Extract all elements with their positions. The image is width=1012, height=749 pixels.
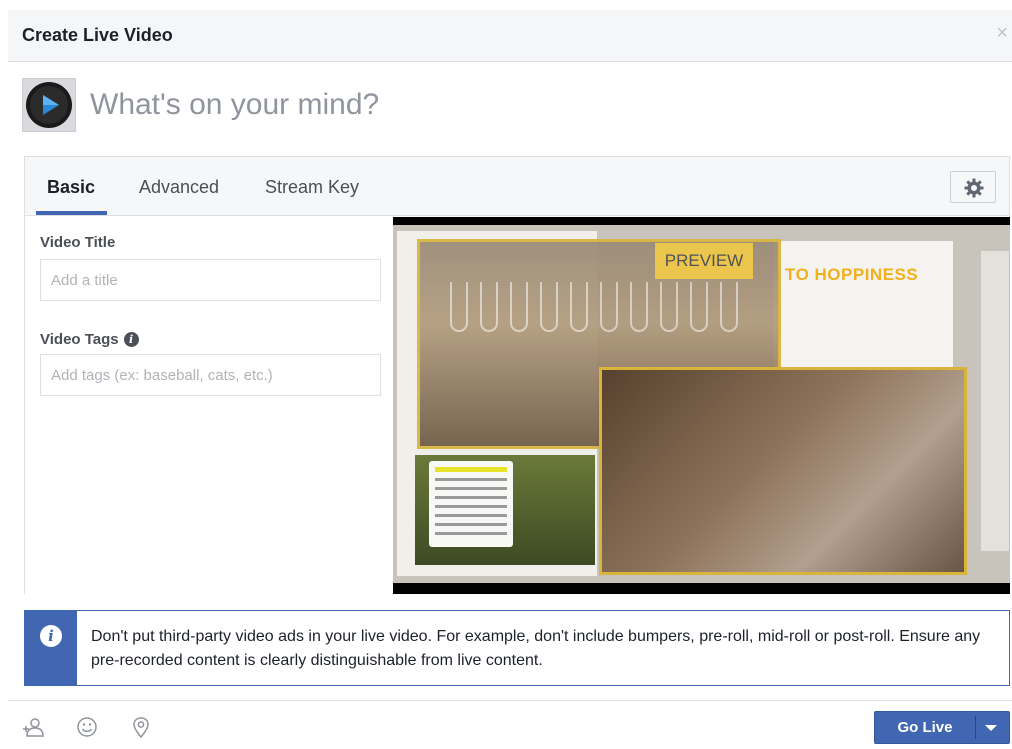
notice-icon-bar: i bbox=[25, 611, 77, 685]
play-logo-icon bbox=[26, 82, 72, 128]
video-title-input[interactable] bbox=[40, 259, 381, 301]
info-icon: i bbox=[40, 625, 62, 647]
go-live-divider bbox=[975, 716, 976, 739]
live-settings-panel: Basic Advanced Stream Key Video Title Ad… bbox=[24, 156, 1010, 594]
tab-bar: Basic Advanced Stream Key bbox=[25, 157, 1009, 216]
magazine-page-edge bbox=[981, 251, 1009, 551]
dialog-header: Create Live Video × bbox=[8, 10, 1012, 62]
basic-form: Video Title Video Tags i bbox=[25, 217, 392, 594]
status-input[interactable]: What's on your mind? bbox=[90, 88, 379, 122]
gear-icon bbox=[964, 178, 984, 198]
video-tags-label: Video Tags i bbox=[40, 331, 139, 348]
composer: What's on your mind? bbox=[22, 78, 1002, 138]
preview-image: TO HOPPINESS PREVIEW bbox=[393, 225, 1010, 583]
close-icon[interactable]: × bbox=[996, 23, 1008, 43]
tab-advanced[interactable]: Advanced bbox=[139, 177, 219, 198]
dialog-title: Create Live Video bbox=[22, 25, 173, 45]
tab-stream-key[interactable]: Stream Key bbox=[265, 177, 359, 198]
preview-badge: PREVIEW bbox=[655, 243, 753, 279]
active-tab-indicator bbox=[36, 211, 107, 215]
info-icon[interactable]: i bbox=[123, 332, 139, 347]
video-title-label: Video Title bbox=[40, 234, 116, 251]
tab-basic[interactable]: Basic bbox=[47, 177, 95, 198]
video-tags-label-text: Video Tags bbox=[40, 331, 119, 348]
notice-text: Don't put third-party video ads in your … bbox=[91, 628, 981, 669]
go-live-label: Go Live bbox=[897, 719, 953, 736]
video-preview: TO HOPPINESS PREVIEW bbox=[393, 217, 1010, 594]
location-icon[interactable] bbox=[130, 716, 152, 738]
magazine-headline: TO HOPPINESS bbox=[785, 265, 919, 284]
photo-people bbox=[599, 367, 967, 575]
settings-button[interactable] bbox=[950, 171, 996, 203]
avatar bbox=[22, 78, 76, 132]
tag-people-icon[interactable] bbox=[22, 716, 44, 738]
magazine-text-card bbox=[429, 461, 513, 547]
chevron-down-icon[interactable] bbox=[985, 725, 997, 731]
feeling-icon[interactable] bbox=[76, 716, 98, 738]
video-tags-input[interactable] bbox=[40, 354, 381, 396]
dialog-footer: Go Live bbox=[8, 700, 1012, 749]
policy-notice: i Don't put third-party video ads in you… bbox=[24, 610, 1010, 686]
go-live-button[interactable]: Go Live bbox=[874, 711, 1010, 744]
